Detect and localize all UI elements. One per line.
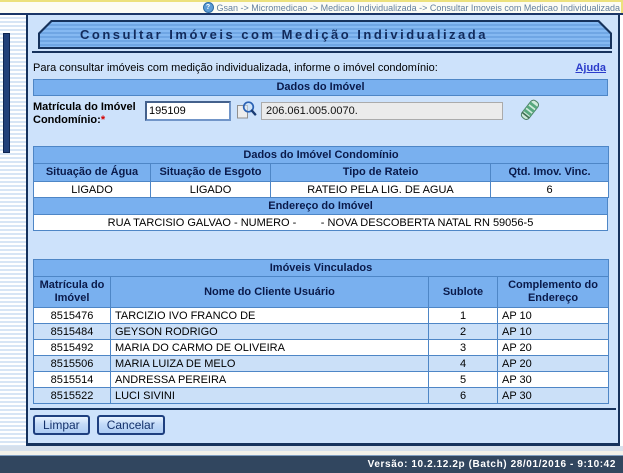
eraser-icon[interactable] (516, 96, 542, 126)
table-row: 8515492 MARIA DO CARMO DE OLIVEIRA 3 AP … (34, 340, 609, 356)
cell-nome: GEYSON RODRIGO (111, 324, 429, 340)
footer-bar: Versão: 10.2.12.2p (Batch) 28/01/2016 - … (0, 455, 623, 473)
col-situacao-agua: Situação de Água (34, 164, 151, 182)
endereco-table: Endereço do Imóvel RUA TARCISIO GALVAO -… (33, 197, 608, 231)
cell-matricula: 8515484 (34, 324, 111, 340)
cell-matricula: 8515522 (34, 388, 111, 404)
page-title-tab-inner: Consultar Imóveis com Medição Individual… (40, 22, 610, 47)
imoveis-vinculados-table: Imóveis Vinculados Matrícula do Imóvel N… (33, 259, 609, 404)
cell-complemento: AP 10 (498, 324, 609, 340)
cell-nome: TARCIZIO IVO FRANCO DE (111, 308, 429, 324)
cell-nome: MARIA LUIZA DE MELO (111, 356, 429, 372)
limpar-button[interactable]: Limpar (33, 415, 90, 435)
cell-complemento: AP 30 (498, 372, 609, 388)
matricula-label: Matrícula do Imóvel Condomínio:* (33, 99, 145, 127)
ajuda-link[interactable]: Ajuda (575, 62, 606, 74)
inscricao-field: 206.061.005.0070. (261, 102, 503, 120)
table-row: 8515522 LUCI SIVINI 6 AP 30 (34, 388, 609, 404)
cell-sublote: 6 (429, 388, 498, 404)
left-gutter-handle[interactable] (3, 33, 10, 153)
cell-sublote: 1 (429, 308, 498, 324)
cancelar-button[interactable]: Cancelar (97, 415, 165, 435)
cell-tipo-rateio: RATEIO PELA LIG. DE AGUA (271, 182, 491, 198)
col-complemento: Complemento do Endereço (498, 277, 609, 308)
cell-qtd-imov-vinc: 6 (491, 182, 609, 198)
cell-sublote: 4 (429, 356, 498, 372)
cell-nome: ANDRESSA PEREIRA (111, 372, 429, 388)
dados-imovel-header: Dados do Imóvel (33, 79, 608, 96)
title-underline (32, 51, 612, 53)
endereco-header: Endereço do Imóvel (34, 198, 608, 215)
page-title: Consultar Imóveis com Medição Individual… (80, 27, 488, 42)
intro-text: Para consultar imóveis com medição indiv… (33, 62, 438, 74)
table-row: 8515476 TARCIZIO IVO FRANCO DE 1 AP 10 (34, 308, 609, 324)
dados-condominio-header: Dados do Imóvel Condomínio (34, 147, 609, 164)
vinculados-header: Imóveis Vinculados (34, 260, 609, 277)
cell-complemento: AP 10 (498, 308, 609, 324)
table-row: 8515514 ANDRESSA PEREIRA 5 AP 30 (34, 372, 609, 388)
left-gutter (0, 15, 26, 446)
breadcrumb: ? Gsan -> Micromedicao -> Medicao Indivi… (0, 0, 623, 13)
cell-nome: LUCI SIVINI (111, 388, 429, 404)
page-title-tab: Consultar Imóveis com Medição Individual… (38, 20, 612, 49)
cell-sublote: 2 (429, 324, 498, 340)
col-situacao-esgoto: Situação de Esgoto (151, 164, 271, 182)
col-matricula-imovel: Matrícula do Imóvel (34, 277, 111, 308)
cell-situacao-esgoto: LIGADO (151, 182, 271, 198)
button-row: Limpar Cancelar (33, 415, 618, 435)
main-panel: Consultar Imóveis com Medição Individual… (26, 15, 620, 446)
cell-complemento: AP 20 (498, 340, 609, 356)
table-row: 8515484 GEYSON RODRIGO 2 AP 10 (34, 324, 609, 340)
matricula-label-text: Matrícula do Imóvel Condomínio: (33, 101, 136, 126)
required-mark: * (101, 114, 105, 126)
search-icon[interactable] (236, 100, 257, 121)
cell-sublote: 5 (429, 372, 498, 388)
cell-complemento: AP 30 (498, 388, 609, 404)
help-ball-icon[interactable]: ? (203, 2, 214, 13)
cell-matricula: 8515476 (34, 308, 111, 324)
breadcrumb-text: Gsan -> Micromedicao -> Medicao Individu… (217, 3, 620, 13)
cell-matricula: 8515506 (34, 356, 111, 372)
cell-nome: MARIA DO CARMO DE OLIVEIRA (111, 340, 429, 356)
endereco-value: RUA TARCISIO GALVAO - NUMERO - - NOVA DE… (34, 215, 608, 231)
col-qtd-imov-vinc: Qtd. Imov. Vinc. (491, 164, 609, 182)
cell-situacao-agua: LIGADO (34, 182, 151, 198)
gsan-window: ? Gsan -> Micromedicao -> Medicao Indivi… (0, 0, 623, 473)
col-nome-cliente: Nome do Cliente Usuário (111, 277, 429, 308)
col-tipo-rateio: Tipo de Rateio (271, 164, 491, 182)
buttons-divider (30, 408, 616, 410)
col-sublote: Sublote (429, 277, 498, 308)
matricula-input[interactable] (145, 101, 231, 121)
matricula-form-row: Matrícula do Imóvel Condomínio:* 206.061… (33, 99, 608, 131)
table-row: 8515506 MARIA LUIZA DE MELO 4 AP 20 (34, 356, 609, 372)
cell-matricula: 8515514 (34, 372, 111, 388)
cell-matricula: 8515492 (34, 340, 111, 356)
cell-complemento: AP 20 (498, 356, 609, 372)
cell-sublote: 3 (429, 340, 498, 356)
version-text: Versão: 10.2.12.2p (Batch) 28/01/2016 - … (368, 459, 616, 470)
dados-condominio-table: Dados do Imóvel Condomínio Situação de Á… (33, 146, 609, 198)
